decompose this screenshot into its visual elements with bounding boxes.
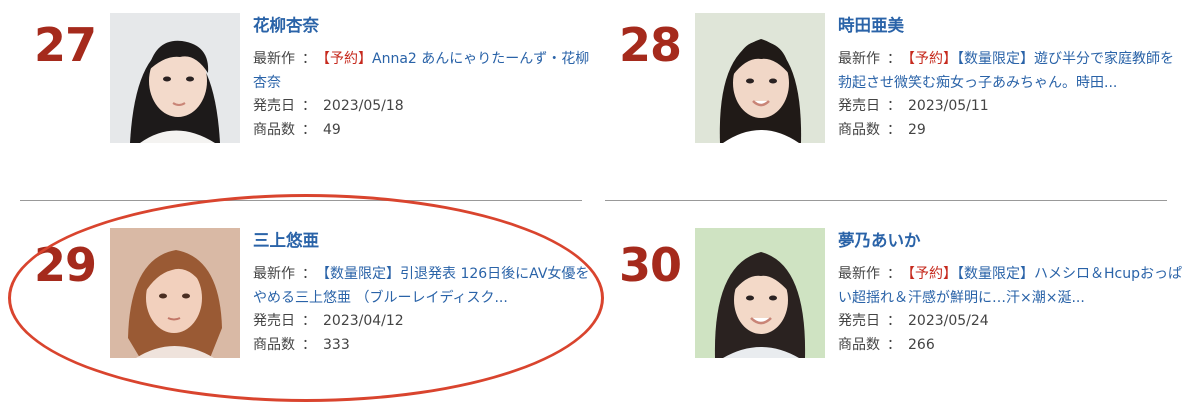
info-block: 時田亜美 最新作：【予約】【数量限定】遊び半分で家庭教師を勃起させ微笑む痴女っ子… <box>838 14 1183 142</box>
separator: ： <box>302 336 316 353</box>
ranking-item-28: 28 時田亜美 最新作：【予約】【数量限定】遊び半分で家庭教師を勃起させ微笑む痴… <box>605 0 1190 200</box>
rank-number: 28 <box>619 18 682 72</box>
limited-tag: 【数量限定】 <box>957 266 1034 282</box>
rank-number: 30 <box>619 238 682 292</box>
release-date-row: 発売日 ： 2023/05/11 <box>838 95 1183 119</box>
actress-name-link[interactable]: 花柳杏奈 <box>253 14 598 38</box>
product-count-row: 商品数 ： 29 <box>838 119 1183 143</box>
release-date: 2023/04/12 <box>323 313 404 329</box>
ranking-item-27: 27 花柳杏奈 最新作：【予約】Anna2 あんにゃりたーんず・花柳杏奈 発売日… <box>20 0 605 200</box>
latest-label: 最新作 <box>253 51 295 67</box>
info-block: 三上悠亜 最新作：【数量限定】引退発表 126日後にAV女優をやめる三上悠亜 （… <box>253 229 598 357</box>
release-date: 2023/05/18 <box>323 98 404 114</box>
product-count-row: 商品数 ： 333 <box>253 334 598 358</box>
release-label: 発売日 <box>253 313 295 329</box>
latest-label: 最新作 <box>253 266 295 282</box>
rank-number: 29 <box>34 238 97 292</box>
release-date-row: 発売日 ： 2023/05/24 <box>838 310 1183 334</box>
release-date: 2023/05/24 <box>908 313 989 329</box>
count-label: 商品数 <box>253 336 295 353</box>
reservation-tag: 【予約】 <box>908 51 957 67</box>
separator: ： <box>302 121 316 138</box>
separator: ： <box>887 336 901 353</box>
separator: ： <box>302 98 316 114</box>
ranking-item-30: 30 夢乃あいか 最新作：【予約】【数量限定】ハメシロ＆Hcupおっぱい超揺れ＆… <box>605 200 1190 400</box>
info-block: 夢乃あいか 最新作：【予約】【数量限定】ハメシロ＆Hcupおっぱい超揺れ＆汗感が… <box>838 229 1183 357</box>
separator: ： <box>302 51 316 67</box>
release-label: 発売日 <box>253 98 295 114</box>
product-count: 333 <box>323 336 350 353</box>
latest-work-row: 最新作：【数量限定】引退発表 126日後にAV女優をやめる三上悠亜 （ブルーレイ… <box>253 263 598 310</box>
product-count-row: 商品数 ： 49 <box>253 119 598 143</box>
product-count-row: 商品数 ： 266 <box>838 334 1183 358</box>
actress-photo[interactable] <box>110 228 240 358</box>
actress-photo[interactable] <box>110 13 240 143</box>
latest-label: 最新作 <box>838 266 880 282</box>
reservation-tag: 【予約】 <box>323 51 372 67</box>
actress-photo[interactable] <box>695 13 825 143</box>
actress-name-link[interactable]: 夢乃あいか <box>838 229 1183 253</box>
release-date-row: 発売日 ： 2023/05/18 <box>253 95 598 119</box>
actress-photo[interactable] <box>695 228 825 358</box>
release-label: 発売日 <box>838 313 880 329</box>
separator: ： <box>887 98 901 114</box>
reservation-tag: 【予約】 <box>908 266 957 282</box>
latest-label: 最新作 <box>838 51 880 67</box>
count-label: 商品数 <box>253 121 295 138</box>
separator: ： <box>887 121 901 138</box>
product-count: 266 <box>908 336 935 353</box>
actress-name-link[interactable]: 三上悠亜 <box>253 229 598 253</box>
rank-number: 27 <box>34 18 97 72</box>
separator: ： <box>887 313 901 329</box>
ranking-item-29: 29 三上悠亜 最新作：【数量限定】引退発表 126日後にAV女優をやめる三上悠… <box>20 200 605 400</box>
limited-tag: 【数量限定】 <box>957 51 1034 67</box>
product-count: 29 <box>908 121 926 138</box>
separator: ： <box>887 51 901 67</box>
latest-work-row: 最新作：【予約】Anna2 あんにゃりたーんず・花柳杏奈 <box>253 48 598 95</box>
separator: ： <box>302 313 316 329</box>
limited-tag: 【数量限定】 <box>323 266 400 282</box>
actress-name-link[interactable]: 時田亜美 <box>838 14 1183 38</box>
count-label: 商品数 <box>838 121 880 138</box>
release-date: 2023/05/11 <box>908 98 989 114</box>
count-label: 商品数 <box>838 336 880 353</box>
release-label: 発売日 <box>838 98 880 114</box>
info-block: 花柳杏奈 最新作：【予約】Anna2 あんにゃりたーんず・花柳杏奈 発売日： 20… <box>253 14 598 142</box>
latest-work-row: 最新作：【予約】【数量限定】遊び半分で家庭教師を勃起させ微笑む痴女っ子あみちゃん… <box>838 48 1183 95</box>
release-date-row: 発売日 ： 2023/04/12 <box>253 310 598 334</box>
separator: ： <box>302 266 316 282</box>
product-count: 49 <box>323 121 341 138</box>
separator: ： <box>887 266 901 282</box>
latest-work-row: 最新作：【予約】【数量限定】ハメシロ＆Hcupおっぱい超揺れ＆汗感が鮮明に…汗×… <box>838 263 1183 310</box>
